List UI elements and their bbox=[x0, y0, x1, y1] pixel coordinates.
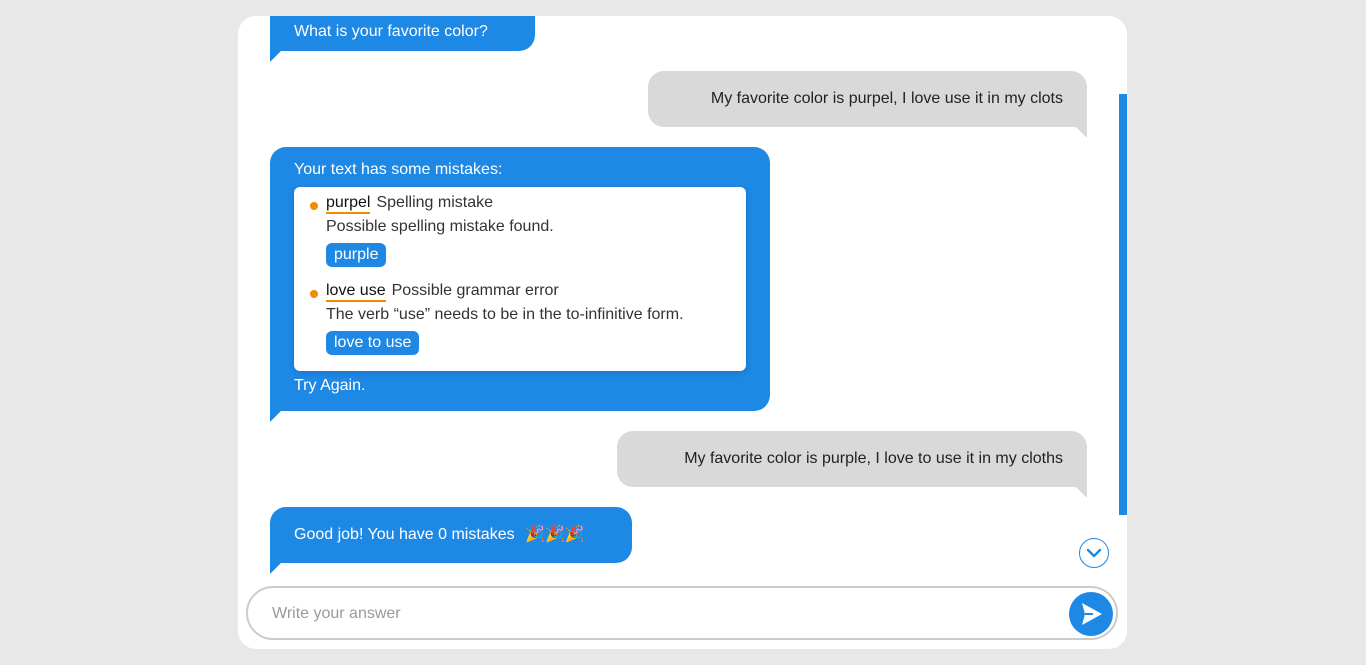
mistake-word: purpel bbox=[326, 194, 371, 214]
scrollbar-thumb[interactable] bbox=[1119, 94, 1127, 515]
bubble-tail bbox=[270, 562, 282, 574]
mistakes-panel: purpel Spelling mistake Possible spelling… bbox=[294, 187, 746, 371]
party-popper-icon: 🎉🎉🎉 bbox=[525, 526, 585, 543]
bullet-icon bbox=[310, 202, 318, 210]
bot-message: Good job! You have 0 mistakes 🎉🎉🎉 bbox=[270, 507, 632, 574]
bubble-tail bbox=[270, 50, 282, 62]
message-text: My favorite color is purple, I love to u… bbox=[684, 450, 1063, 467]
bubble-tail bbox=[1075, 486, 1087, 498]
user-message: My favorite color is purple, I love to u… bbox=[617, 431, 1087, 498]
bot-feedback-message: Your text has some mistakes: purpel Spell… bbox=[270, 147, 770, 422]
message-text: My favorite color is purpel, I love use … bbox=[710, 90, 1063, 107]
scroll-down-button[interactable] bbox=[1079, 538, 1109, 568]
send-arrow-icon bbox=[1082, 603, 1102, 625]
bot-message: What is your favorite color? bbox=[270, 16, 535, 62]
send-button[interactable] bbox=[1069, 592, 1113, 636]
bubble-tail bbox=[270, 410, 282, 422]
chat-window: What is your favorite color? My favorite… bbox=[238, 16, 1127, 649]
bullet-icon bbox=[310, 290, 318, 298]
message-text: What is your favorite color? bbox=[294, 23, 488, 40]
user-message: My favorite color is purpel, I love use … bbox=[648, 71, 1087, 138]
bubble-tail bbox=[1075, 126, 1087, 138]
feedback-intro: Your text has some mistakes: bbox=[294, 161, 503, 178]
answer-input[interactable] bbox=[270, 602, 1034, 626]
mistake-type: Spelling mistake bbox=[376, 194, 493, 211]
mistake-item: love use Possible grammar error The verb … bbox=[310, 281, 684, 355]
chevron-down-icon bbox=[1086, 548, 1102, 558]
mistake-type: Possible grammar error bbox=[391, 282, 559, 299]
feedback-outro: Try Again. bbox=[294, 377, 366, 394]
message-list: What is your favorite color? My favorite… bbox=[238, 16, 1127, 581]
answer-composer bbox=[246, 586, 1118, 640]
mistake-description: The verb “use” needs to be in the to-inf… bbox=[326, 306, 684, 323]
mistake-description: Possible spelling mistake found. bbox=[326, 218, 554, 235]
suggestion-button[interactable]: purple bbox=[326, 243, 387, 267]
mistake-item: purpel Spelling mistake Possible spelling… bbox=[310, 193, 554, 267]
mistake-word: love use bbox=[326, 282, 386, 302]
message-text: Good job! You have 0 mistakes bbox=[294, 526, 515, 543]
suggestion-button[interactable]: love to use bbox=[326, 331, 420, 355]
